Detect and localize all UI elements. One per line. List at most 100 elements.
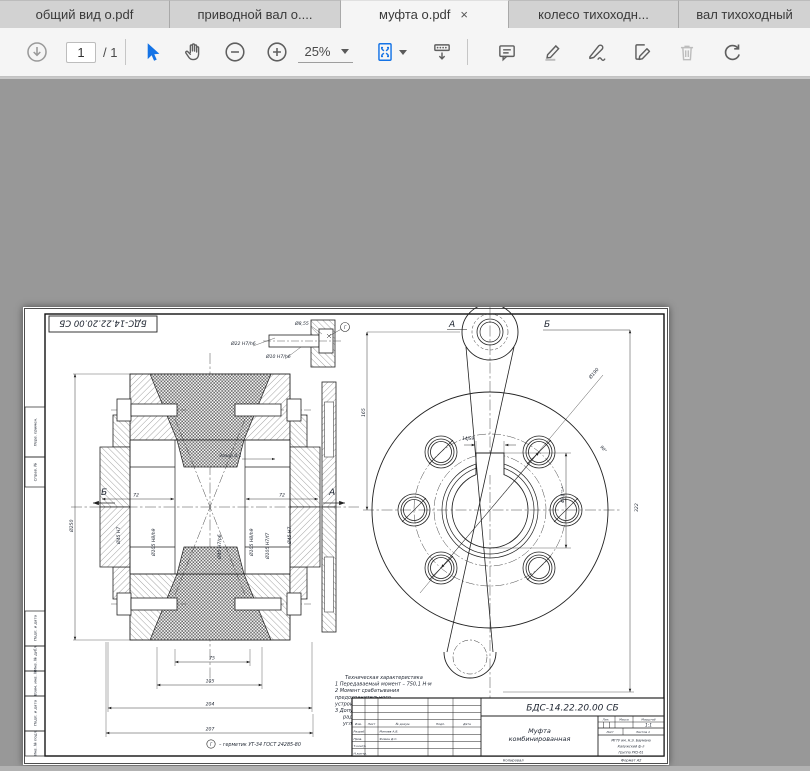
dim-label: Ø45 H7 (286, 527, 293, 545)
title-block: Изм. Лист № докум. Подп. Дата Разраб. Ми… (352, 698, 664, 763)
svg-text:Минаев А.В.: Минаев А.В. (380, 730, 399, 734)
dim-label: Ø22 H7/h6 (230, 340, 256, 347)
tab-obschiy-vid[interactable]: общий вид o.pdf (0, 0, 170, 28)
viewer-toolbar: / 1 25 (0, 28, 810, 77)
svg-text:1 Передаваемый момент – 750,1: 1 Передаваемый момент – 750,1 Н·м (335, 682, 432, 688)
doc-number-stamp-text: БДС-14.22.20.00 СБ (59, 318, 146, 328)
front-view: 165 322 Ø190 90° 14JS9 (361, 307, 640, 699)
svg-text:Масса: Масса (619, 718, 629, 722)
delete-tool-button[interactable] (670, 35, 704, 69)
zoom-out-icon (224, 41, 246, 63)
highlighter-icon (541, 41, 563, 63)
edit-tool-button[interactable] (625, 35, 659, 69)
section-view: Ø22 H7/h6 Ø10 H7/h6 Ø8,55 Г Зазор 0,1 72 (68, 320, 359, 737)
document-tabbar: общий вид o.pdf приводной вал o.... муфт… (0, 0, 810, 28)
svg-text:№ докум.: № докум. (395, 722, 411, 726)
scale-value: 1:1 (645, 723, 652, 729)
doc-number-stamp: БДС-14.22.20.00 СБ (49, 316, 157, 332)
tab-label: приводной вал o.... (198, 7, 313, 22)
dim-label: Ø250 (68, 520, 75, 533)
dim-label: 14JS9 (462, 436, 474, 441)
comment-icon (496, 41, 518, 63)
tab-label: муфта o.pdf (379, 7, 450, 22)
svg-text:Листов 1: Листов 1 (635, 730, 650, 734)
kopiroval-label: Копировал (503, 759, 524, 763)
zoom-in-button[interactable] (260, 35, 294, 69)
svg-text:Разраб.: Разраб. (354, 730, 366, 734)
document-canvas[interactable]: БДС-14.22.20.00 СБ Перв. примен. Справ. … (0, 77, 810, 771)
dim-label: 90° (599, 444, 608, 453)
page-number-input[interactable] (66, 42, 96, 63)
dim-label: 105 (206, 679, 215, 685)
rotate-tool-button[interactable] (715, 35, 749, 69)
trash-icon (676, 41, 698, 63)
tab-koleso[interactable]: колесо тихоходн... (509, 0, 679, 28)
dim-label: Ø105 H8/h9 (248, 528, 255, 557)
edit-page-icon (631, 41, 653, 63)
page-controls-toggle-button[interactable] (425, 35, 459, 69)
svg-text:Калужский ф-л: Калужский ф-л (618, 745, 646, 749)
svg-text:Взам. инв. №: Взам. инв. № (33, 670, 38, 696)
svg-text:Подп. и дата: Подп. и дата (33, 614, 38, 641)
dim-label: 75 (209, 656, 215, 662)
svg-text:Инв. № подл.: Инв. № подл. (33, 730, 38, 756)
fill-sign-tool-button[interactable] (580, 35, 614, 69)
pdf-viewer-window: общий вид o.pdf приводной вал o.... муфт… (0, 0, 810, 771)
part-name-line1: Муфта (528, 727, 551, 735)
tab-privodnoy-val[interactable]: приводной вал o.... (170, 0, 341, 28)
rotate-icon (721, 41, 743, 63)
hand-tool-button[interactable] (176, 35, 210, 69)
dim-label: 48,8⁺⁰·¹ (560, 486, 565, 503)
toolbar-separator (467, 39, 468, 65)
svg-text:Лист: Лист (605, 730, 614, 734)
dim-label: Ø45 H7 (115, 527, 122, 545)
dim-label: Ø105 H8/h9 (150, 528, 157, 557)
view-label-a2: А (448, 320, 455, 330)
tab-val-tihohodny[interactable]: вал тихоходный (679, 0, 810, 28)
dim-label: Ø190 (587, 366, 601, 381)
chevron-down-icon (341, 49, 349, 54)
zoom-level-dropdown[interactable]: 25% (298, 42, 352, 63)
chevron-down-icon (399, 50, 407, 55)
dim-label: 322 (634, 503, 640, 512)
svg-text:Г: Г (210, 742, 213, 747)
svg-text:Дата: Дата (462, 722, 471, 726)
svg-text:Группа РК5-61: Группа РК5-61 (618, 751, 643, 755)
tab-mufta-active[interactable]: муфта o.pdf × (341, 0, 509, 28)
zoom-level-value: 25% (304, 44, 330, 59)
svg-text:Изм.: Изм. (355, 722, 362, 726)
svg-text:Пров.: Пров. (354, 737, 363, 741)
svg-text:Подп.: Подп. (436, 722, 445, 726)
tab-label: общий вид o.pdf (36, 7, 134, 22)
dim-label: Ø10 H7/h6 (265, 353, 291, 360)
dim-label: 204 (206, 702, 215, 708)
toolbar-separator (125, 39, 126, 65)
svg-text:Н.контр.: Н.контр. (354, 751, 367, 755)
comment-tool-button[interactable] (490, 35, 524, 69)
zoom-in-icon (266, 41, 288, 63)
tab-label: вал тихоходный (696, 7, 793, 22)
dim-label: 165 (361, 408, 367, 417)
tab-label: колесо тихоходн... (538, 7, 649, 22)
view-label-b2: Б (544, 320, 550, 330)
download-button[interactable] (20, 35, 54, 69)
svg-text:2 Момент срабатывания: 2 Момент срабатывания (335, 688, 399, 694)
hand-tool-icon (182, 41, 204, 63)
dim-label: 72 (133, 493, 139, 499)
svg-text:Т.контр.: Т.контр. (354, 744, 367, 748)
tab-close-icon[interactable]: × (458, 7, 470, 22)
select-tool-button[interactable] (134, 35, 168, 69)
horizontal-scrollbar-track[interactable] (0, 766, 810, 771)
svg-text:Лист: Лист (367, 722, 376, 726)
dim-label: Зазор 0,1 (219, 453, 242, 459)
svg-text:Справ. №: Справ. № (33, 463, 38, 482)
svg-text:Фомин Д.С.: Фомин Д.С. (380, 737, 398, 741)
svg-text:МГТУ им. Н.Э. Баумана: МГТУ им. Н.Э. Баумана (611, 739, 650, 743)
part-name-line2: комбинированная (509, 735, 571, 743)
fit-page-button[interactable] (369, 35, 413, 69)
zoom-out-button[interactable] (218, 35, 252, 69)
highlight-tool-button[interactable] (535, 35, 569, 69)
dim-label: Ø8,55 (294, 320, 309, 327)
dim-label: Ø45 H7/p6 (216, 534, 223, 560)
download-icon (26, 41, 48, 63)
